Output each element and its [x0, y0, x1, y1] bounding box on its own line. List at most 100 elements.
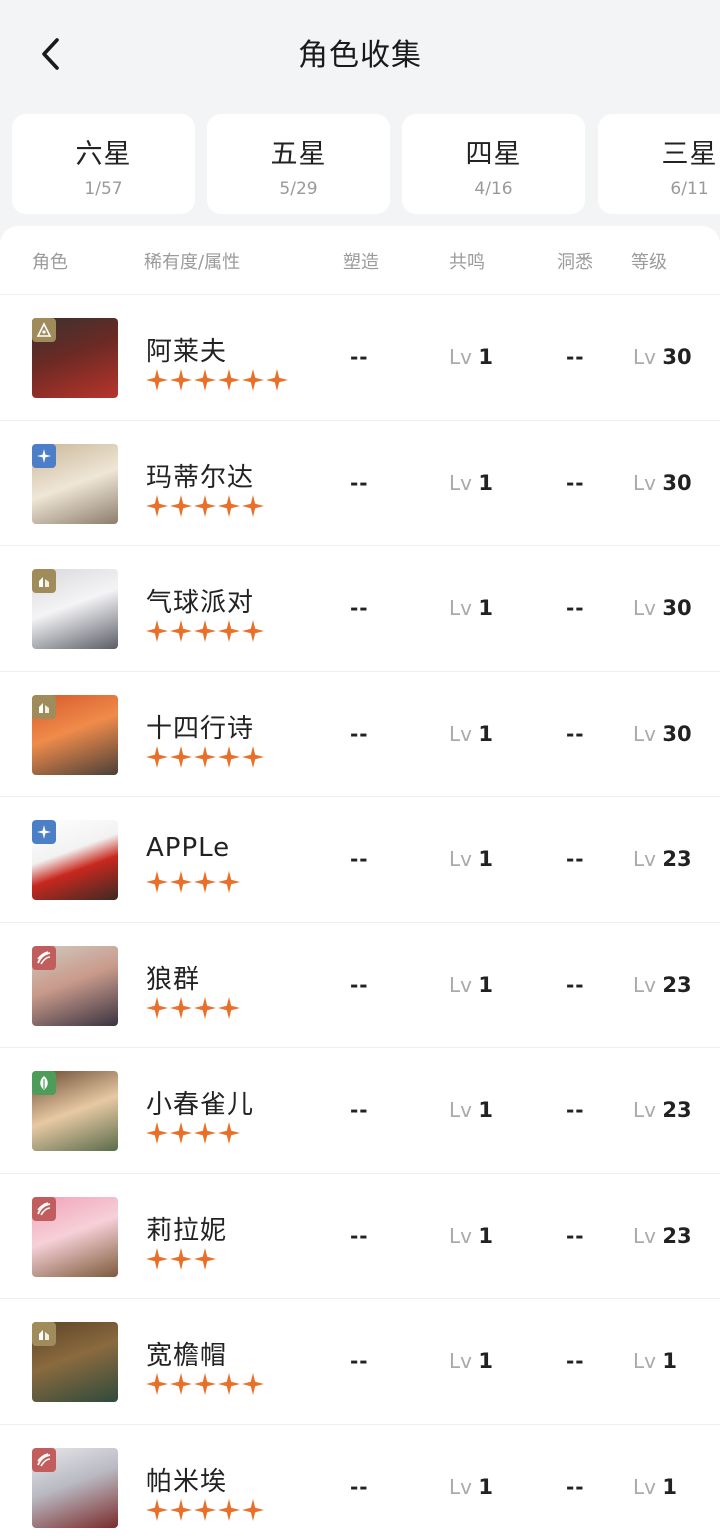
star-icon — [146, 871, 168, 893]
column-header-rarity-attr: 稀有度/属性 — [144, 252, 241, 273]
resonance-value: Lv 1 — [449, 1475, 493, 1499]
tab-three-star[interactable]: 三星 6/11 — [598, 114, 720, 214]
tab-label: 五星 — [270, 139, 327, 170]
level-value: Lv 23 — [633, 973, 692, 997]
tab-four-star[interactable]: 四星 4/16 — [402, 114, 585, 214]
table-row[interactable]: 阿莱夫 -- Lv 1 -- Lv 30 — [0, 295, 720, 421]
star-icon — [170, 996, 192, 1019]
star-icon — [170, 620, 192, 642]
insight-value: -- — [566, 1223, 585, 1248]
resonance-value: Lv 1 — [449, 596, 493, 620]
star-icon — [170, 369, 192, 391]
level-value: Lv 1 — [633, 1475, 677, 1499]
character-name: 宽檐帽 — [146, 1341, 228, 1371]
intellect-icon — [37, 1201, 51, 1215]
star-icon — [242, 369, 264, 391]
level-number: 23 — [662, 972, 692, 997]
craft-value: -- — [350, 1349, 369, 1373]
level-prefix: Lv — [633, 847, 656, 871]
intellect-icon — [37, 950, 51, 964]
level-prefix: Lv — [633, 1223, 656, 1248]
resonance-number: 1 — [478, 1098, 493, 1122]
table-row[interactable]: 玛蒂尔达 -- Lv 1 -- Lv 30 — [0, 421, 720, 546]
star-icon — [194, 1498, 216, 1521]
rarity-stars — [145, 494, 265, 518]
attribute-badge — [32, 1196, 56, 1221]
star-icon — [194, 996, 216, 1019]
level-number: 30 — [662, 596, 692, 620]
plant-icon — [40, 1076, 48, 1090]
star-icon — [242, 1498, 264, 1521]
table-row[interactable]: 宽檐帽 -- Lv 1 -- Lv 1 — [0, 1299, 720, 1425]
resonance-number: 1 — [478, 1349, 493, 1373]
resonance-value: Lv 1 — [449, 1349, 493, 1373]
craft-value: -- — [350, 847, 369, 871]
level-prefix: Lv — [633, 1349, 656, 1373]
insight-value: -- — [566, 847, 585, 871]
character-name: 阿莱夫 — [146, 337, 228, 367]
table-row[interactable]: 莉拉妮 -- Lv 1 -- Lv 23 — [0, 1174, 720, 1299]
star-icon — [218, 494, 240, 517]
rarity-stars — [145, 619, 265, 643]
tab-count: 1/57 — [84, 179, 123, 199]
table-row[interactable]: 气球派对 -- Lv 1 -- Lv 30 — [0, 546, 720, 672]
tab-six-star[interactable]: 六星 1/57 — [12, 114, 195, 214]
mineral-icon — [39, 1330, 49, 1340]
level-prefix: Lv — [633, 721, 656, 746]
craft-value: -- — [350, 470, 369, 495]
column-header-level: 等级 — [631, 252, 667, 273]
insight-value: -- — [566, 470, 585, 495]
star-icon — [146, 1373, 168, 1395]
table-row[interactable]: 帕米埃 -- Lv 1 -- Lv 1 — [0, 1425, 720, 1536]
resonance-number: 1 — [478, 470, 493, 495]
table-row[interactable]: APPLe -- Lv 1 -- Lv 23 — [0, 797, 720, 923]
rarity-stars — [145, 1372, 265, 1396]
attribute-badge — [32, 569, 56, 593]
craft-value: -- — [350, 345, 369, 369]
level-prefix: Lv — [633, 1098, 656, 1122]
table-row[interactable]: 十四行诗 -- Lv 1 -- Lv 30 — [0, 672, 720, 797]
tab-count: 5/29 — [279, 179, 318, 199]
attribute-badge — [32, 945, 56, 970]
star-icon — [194, 620, 216, 642]
level-value: Lv 23 — [633, 847, 692, 871]
star-icon — [242, 494, 264, 517]
craft-value: -- — [350, 1098, 369, 1122]
star-icon — [170, 871, 192, 893]
character-name: 狼群 — [146, 964, 201, 995]
table-row[interactable]: 狼群 -- Lv 1 -- Lv 23 — [0, 923, 720, 1048]
star-icon — [146, 1498, 168, 1521]
resonance-prefix: Lv — [449, 847, 472, 871]
star-icon — [242, 1373, 264, 1395]
level-value: Lv 30 — [633, 596, 692, 620]
resonance-value: Lv 1 — [449, 722, 493, 746]
resonance-value: Lv 1 — [449, 471, 493, 495]
resonance-prefix: Lv — [449, 972, 472, 997]
tab-label: 六星 — [75, 139, 132, 170]
star-icon — [218, 1122, 240, 1144]
resonance-prefix: Lv — [449, 1474, 472, 1499]
character-name: APPLe — [146, 833, 231, 863]
page-title: 角色收集 — [298, 38, 422, 73]
level-value: Lv 23 — [633, 1224, 692, 1248]
star-icon — [170, 1373, 192, 1395]
resonance-value: Lv 1 — [449, 1098, 493, 1122]
mineral-icon — [39, 577, 49, 587]
tab-five-star[interactable]: 五星 5/29 — [207, 114, 390, 214]
craft-value: -- — [350, 972, 369, 997]
star-icon — [218, 996, 240, 1019]
table-row[interactable]: 小春雀儿 -- Lv 1 -- Lv 23 — [0, 1048, 720, 1174]
resonance-prefix: Lv — [449, 345, 472, 369]
star-icon — [194, 1247, 216, 1270]
column-header-role: 角色 — [32, 252, 68, 273]
column-header-craft: 塑造 — [343, 252, 379, 273]
character-name: 十四行诗 — [146, 713, 255, 744]
table-header: 角色 稀有度/属性 塑造 共鸣 洞悉 等级 — [0, 226, 720, 295]
tab-count: 6/11 — [670, 179, 709, 199]
rarity-stars — [145, 1498, 265, 1522]
resonance-number: 1 — [478, 721, 493, 746]
star-icon — [146, 1247, 168, 1270]
star-icon — [218, 620, 240, 642]
resonance-number: 1 — [478, 1474, 493, 1499]
resonance-prefix: Lv — [449, 1223, 472, 1248]
